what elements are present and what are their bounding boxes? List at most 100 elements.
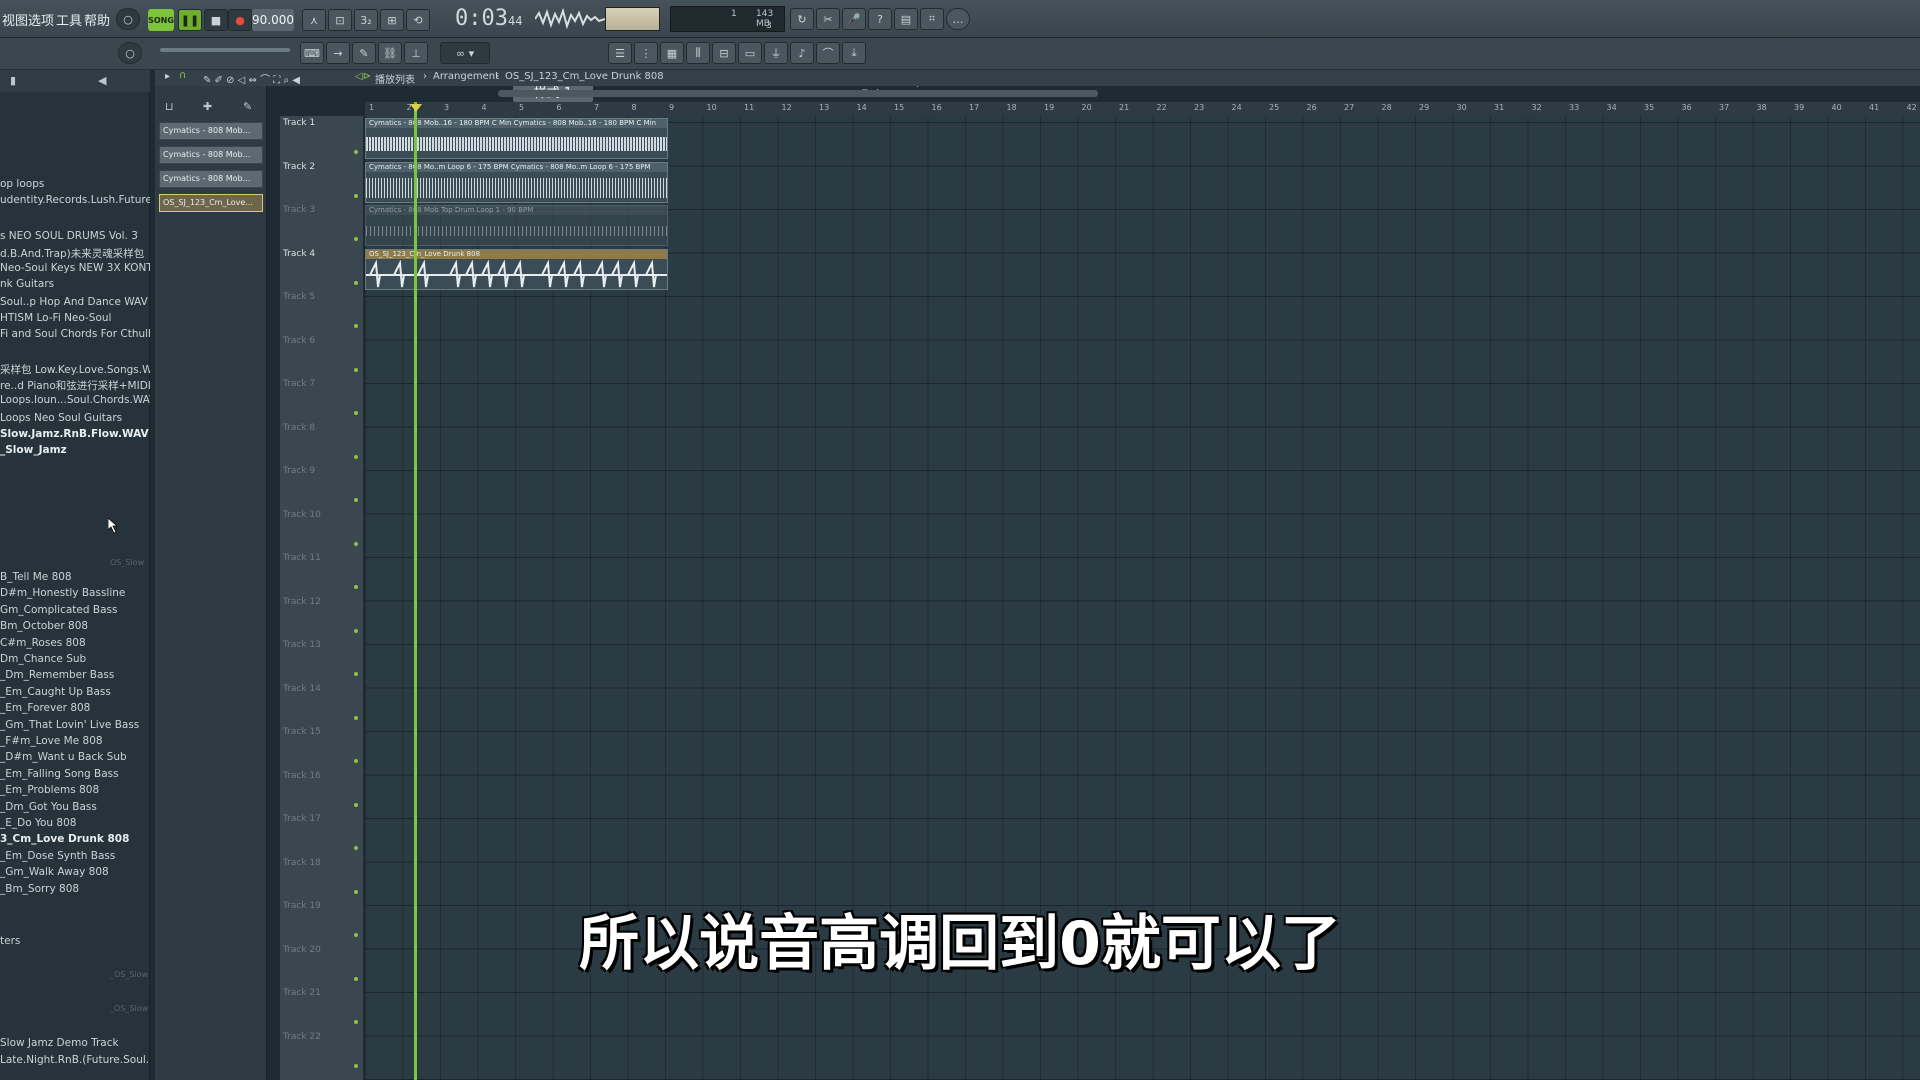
edit-icon[interactable]: ✎ (243, 100, 252, 113)
horizontal-scrollbar[interactable] (498, 90, 1098, 97)
timeline-ruler[interactable]: 1 2 3 4 5 6 7 8 9 10 11 12 13 14 15 16 17 18 19 20 21 22 23 24 2… (365, 102, 1920, 116)
track-name[interactable]: Track 8 (283, 423, 315, 433)
track-name[interactable]: Track 1 (283, 118, 315, 128)
plugin-icon[interactable]: ⌗ (920, 8, 944, 30)
track-name[interactable]: Track 2 (283, 162, 315, 172)
browser-file-item[interactable]: _Bm_Sorry 808 (0, 883, 150, 895)
track-mute-indicator[interactable] (354, 367, 358, 372)
browser-file-item[interactable]: _Gm_Walk Away 808 (0, 866, 150, 878)
browser-file-item[interactable]: _E_Do You 808 (0, 817, 150, 829)
track-mute-indicator[interactable] (354, 411, 358, 415)
browser-file-item[interactable]: _Em_Falling Song Bass (0, 768, 150, 780)
microphone-icon[interactable]: 🎤 (842, 8, 866, 30)
pencil-icon[interactable]: ✎ (352, 42, 376, 64)
track-name[interactable]: Track 11 (283, 553, 321, 563)
browser-folder-item[interactable]: Slow.Jamz.RnB.Flow.WAV (0, 428, 150, 440)
piano-roll-icon[interactable]: ⋮ (634, 42, 658, 64)
plug-icon[interactable]: ⏚ (764, 42, 788, 64)
channel-rack-icon[interactable]: ▦ (660, 42, 684, 64)
track-name[interactable]: Track 18 (283, 858, 321, 868)
browser-icon[interactable]: ⊟ (712, 42, 736, 64)
refresh-icon[interactable]: ↻ (790, 8, 814, 30)
track-mute-indicator[interactable] (354, 672, 358, 676)
pause-icon[interactable]: ❚❚ (178, 9, 202, 31)
track-mute-indicator[interactable] (354, 541, 358, 546)
browser-folder-item[interactable]: Loops.Ioun...Soul.Chords.WAV.MIDI (0, 394, 150, 406)
track-mute-indicator[interactable] (354, 150, 358, 154)
piano-icon[interactable]: ⌨ (300, 42, 324, 64)
browser-file-item[interactable]: Bm_October 808 (0, 620, 150, 632)
browser-folder-item[interactable]: 采样包 Low.Key.Love.Songs.WAV (0, 362, 150, 377)
menu-view[interactable]: 视图 (2, 10, 28, 29)
track-name[interactable]: Track 5 (283, 292, 315, 302)
track-name[interactable]: Track 22 (283, 1032, 321, 1042)
browser-folder-item[interactable]: re..d Piano和弦进行采样+MIDI (0, 378, 150, 393)
link-icon[interactable]: ⛓ (378, 42, 402, 64)
browser-file-item[interactable]: 3_Cm_Love Drunk 808 (0, 833, 150, 845)
audio-clip[interactable]: Cymatics - 808 Mob..16 - 180 BPM C Min C… (365, 118, 668, 159)
track-mute-indicator[interactable] (354, 498, 358, 502)
browser-file-item[interactable]: _Dm_Remember Bass (0, 669, 150, 681)
breadcrumb-arrangement[interactable]: Arrangement (433, 71, 499, 82)
playhead-marker[interactable] (410, 104, 422, 112)
browser-file-item[interactable]: C#m_Roses 808 (0, 637, 150, 649)
master-pitch-knob[interactable]: ○ (116, 8, 140, 30)
menu-tools[interactable]: 工具 (56, 10, 82, 29)
menu-options[interactable]: 选项 (28, 10, 54, 29)
browser-file-item[interactable]: _Em_Problems 808 (0, 784, 150, 796)
cut-icon[interactable]: ✂ (816, 8, 840, 30)
browser-folder-item[interactable]: Fi and Soul Chords For Cthulhu (0, 328, 150, 340)
browser-folder-item[interactable]: HTISM Lo-Fi Neo-Soul (0, 312, 150, 324)
countdown-icon[interactable]: 3₂ (354, 9, 378, 31)
track-name[interactable]: Track 21 (283, 988, 321, 998)
speaker-icon[interactable]: ◀ (98, 74, 106, 87)
play-arrow-icon[interactable]: ▸ (165, 71, 170, 82)
track-name[interactable]: Track 17 (283, 814, 321, 824)
browser-folder-item[interactable]: udentity.Records.Lush.Future.Soul (0, 194, 150, 206)
audio-clip-selected[interactable]: OS_SJ_123_Cm_Love Drunk 808 (365, 249, 668, 290)
tempo-tapper-icon[interactable]: ♪ (790, 42, 814, 64)
browser-folder-item[interactable]: op loops (0, 178, 150, 190)
song-mode-button[interactable]: SONG (148, 9, 174, 31)
browser-file-item[interactable]: _Dm_Got You Bass (0, 801, 150, 813)
track-mute-indicator[interactable] (354, 193, 358, 198)
track-mute-indicator[interactable] (354, 1020, 358, 1024)
playlist-icon[interactable]: ☰ (608, 42, 632, 64)
browser-file-item[interactable]: _Em_Caught Up Bass (0, 686, 150, 698)
track-name[interactable]: Track 16 (283, 771, 321, 781)
browser-file-item[interactable]: B_Tell Me 808 (0, 571, 150, 583)
browser-folder-item[interactable]: _Slow_Jamz (0, 444, 150, 456)
record-button[interactable]: ● (228, 9, 252, 31)
step-edit-icon[interactable]: ⊞ (380, 9, 404, 31)
audio-clip-muted[interactable]: Cymatics - 808 Mob Top Drum Loop 1 - 90 … (365, 205, 668, 246)
loop-record-icon[interactable]: ⟲ (406, 9, 430, 31)
metronome-icon[interactable]: ⋏ (302, 9, 326, 31)
track-name[interactable]: Track 14 (283, 684, 321, 694)
browser-file-item[interactable]: D#m_Honestly Bassline (0, 587, 150, 599)
browser-file-item[interactable]: _F#m_Love Me 808 (0, 735, 150, 747)
track-mute-indicator[interactable] (354, 802, 358, 807)
browser-file-item[interactable]: _Gm_That Lovin' Live Bass (0, 719, 150, 731)
magnet-icon[interactable]: ∩ (179, 70, 186, 81)
browser-file-item[interactable]: Gm_Complicated Bass (0, 604, 150, 616)
wait-input-icon[interactable]: ⊡ (328, 9, 352, 31)
track-mute-indicator[interactable] (354, 585, 358, 589)
breadcrumb-playlist[interactable]: 播放列表 (375, 71, 415, 86)
track-mute-indicator[interactable] (354, 237, 358, 241)
browser-folder-item[interactable]: Neo-Soul Keys NEW 3X KONTAKT (0, 262, 150, 274)
track-name[interactable]: Track 6 (283, 336, 315, 346)
master-volume-slider[interactable] (160, 48, 290, 52)
song-time-display[interactable]: 0:0344 (455, 6, 522, 31)
breadcrumb-clip[interactable]: OS_SJ_123_Cm_Love Drunk 808 (505, 71, 664, 82)
browser-folder-item[interactable]: nk Guitars (0, 278, 150, 290)
track-mute-indicator[interactable] (354, 628, 358, 633)
track-name[interactable]: Track 7 (283, 379, 315, 389)
download-icon[interactable]: ⤓ (842, 42, 866, 64)
browser-file-item[interactable]: Dm_Chance Sub (0, 653, 150, 665)
track-mute-indicator[interactable] (354, 715, 358, 720)
arrow-icon[interactable]: → (326, 42, 350, 64)
tempo-display[interactable]: 90.000 (252, 9, 294, 31)
track-mute-indicator[interactable] (354, 1063, 358, 1068)
browser-item[interactable]: Late.Night.RnB.(Future.Soul.Feels) (0, 1054, 150, 1066)
track-mute-indicator[interactable] (354, 846, 358, 850)
